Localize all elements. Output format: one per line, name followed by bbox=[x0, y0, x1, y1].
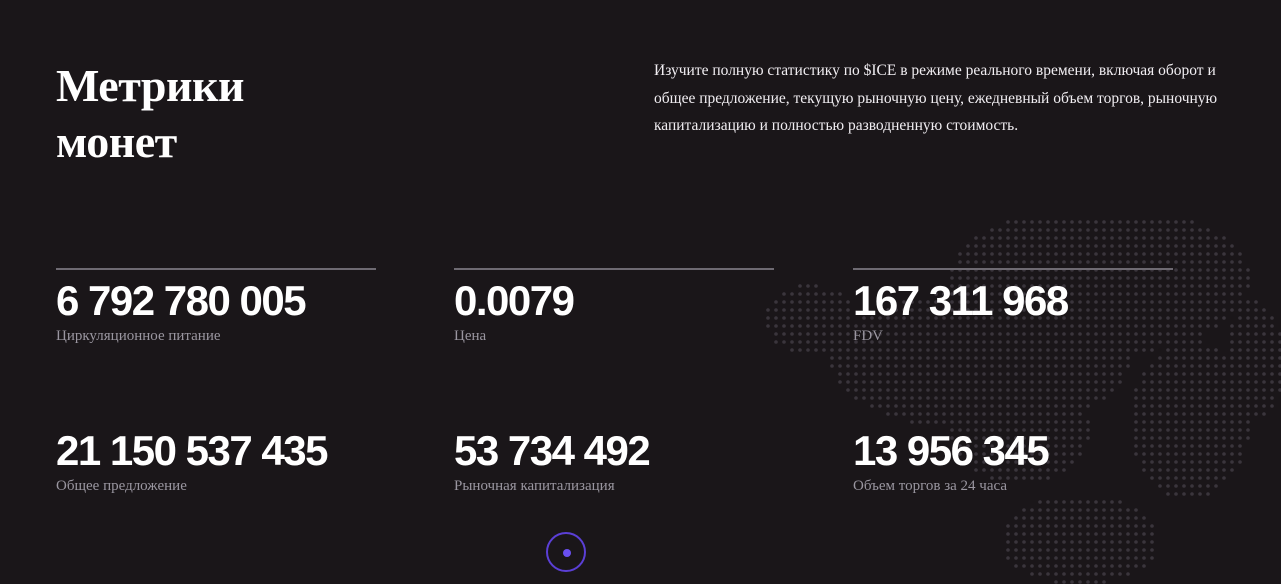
carousel-dot-icon[interactable] bbox=[546, 532, 586, 572]
title-line-2: монет bbox=[56, 116, 177, 167]
metric-price: 0.0079 Цена bbox=[454, 268, 774, 346]
metric-label: Рыночная капитализация bbox=[454, 478, 615, 494]
metric-divider bbox=[56, 268, 376, 270]
carousel-dot-inner bbox=[563, 549, 571, 557]
metric-circulating-supply: 6 792 780 005 Циркуляционное питание bbox=[56, 268, 376, 346]
metric-label: Циркуляционное питание bbox=[56, 328, 221, 344]
metric-value: 53 734 492 bbox=[454, 427, 651, 474]
metric-market-cap: 53 734 492 Рыночная капитализация bbox=[454, 430, 774, 496]
metric-total-supply: 21 150 537 435 Общее предложение bbox=[56, 430, 376, 496]
section-description: Изучите полную статистику по $ICE в режи… bbox=[654, 62, 1218, 134]
metric-label: Цена bbox=[454, 328, 487, 344]
metric-value: 167 311 968 bbox=[853, 277, 1069, 324]
metric-value: 0.0079 bbox=[454, 277, 575, 324]
metric-label: FDV bbox=[853, 328, 884, 344]
metric-volume-24h: 13 956 345 Объем торгов за 24 часа bbox=[853, 430, 1173, 496]
metric-label: Общее предложение bbox=[56, 478, 187, 494]
metric-value: 13 956 345 bbox=[853, 427, 1050, 474]
metric-fdv: 167 311 968 FDV bbox=[853, 268, 1173, 346]
metric-divider bbox=[853, 268, 1173, 270]
metric-value: 6 792 780 005 bbox=[56, 277, 307, 324]
metric-divider bbox=[454, 268, 774, 270]
title-line-1: Метрики bbox=[56, 60, 244, 111]
metric-label: Объем торгов за 24 часа bbox=[853, 478, 1007, 494]
metric-value: 21 150 537 435 bbox=[56, 427, 328, 474]
page-title: Метрики монет bbox=[56, 58, 244, 170]
